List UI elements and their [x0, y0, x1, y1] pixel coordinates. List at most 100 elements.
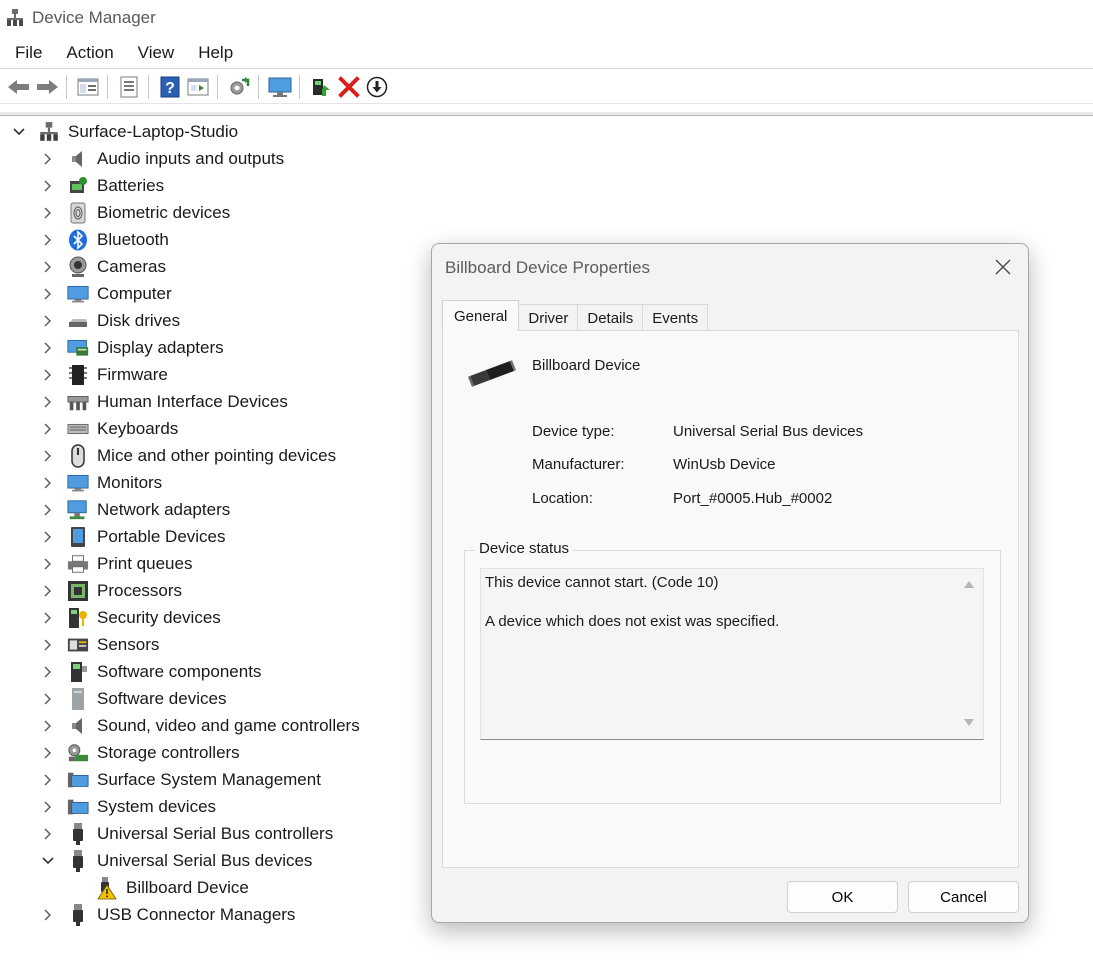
chevron-right-icon[interactable]	[41, 341, 55, 355]
tree-item-label: Software devices	[97, 688, 227, 708]
tree-item-usb-controllers[interactable]: Universal Serial Bus controllers	[41, 820, 333, 847]
tree-item-usb-connector-managers[interactable]: USB Connector Managers	[41, 901, 295, 928]
location-value: Port_#0005.Hub_#0002	[673, 490, 833, 507]
uninstall-x-icon[interactable]	[336, 74, 362, 100]
tree-item-network[interactable]: Network adapters	[41, 496, 230, 523]
toolbar-separator	[107, 74, 108, 99]
tree-item-processors[interactable]: Processors	[41, 577, 182, 604]
tree-item-batteries[interactable]: Batteries	[41, 172, 164, 199]
chevron-right-icon[interactable]	[41, 530, 55, 544]
tree-item-biometric[interactable]: Biometric devices	[41, 199, 230, 226]
toolbar-separator	[148, 74, 149, 99]
chevron-right-icon[interactable]	[41, 233, 55, 247]
tree-item-monitors[interactable]: Monitors	[41, 469, 162, 496]
scroll-down-arrow-icon[interactable]	[964, 719, 974, 727]
tab-details[interactable]: Details	[577, 304, 644, 331]
tab-events[interactable]: Events	[642, 304, 709, 331]
tree-item-sound[interactable]: Sound, video and game controllers	[41, 712, 360, 739]
ok-button[interactable]: OK	[787, 881, 898, 913]
menu-action[interactable]: Action	[54, 43, 125, 63]
computer-monitor-icon[interactable]	[267, 74, 293, 100]
chevron-right-icon[interactable]	[41, 206, 55, 220]
tree-item-sensors[interactable]: Sensors	[41, 631, 159, 658]
chevron-down-icon[interactable]	[12, 125, 26, 139]
usb-plug-icon	[67, 849, 89, 872]
tree-item-firmware[interactable]: Firmware	[41, 361, 168, 388]
tree-item-surface-system[interactable]: Surface System Management	[41, 766, 321, 793]
tree-item-security[interactable]: Security devices	[41, 604, 221, 631]
tree-item-label: System devices	[97, 796, 217, 816]
back-arrow-icon[interactable]	[6, 74, 32, 100]
chevron-right-icon[interactable]	[41, 827, 55, 841]
chevron-right-icon[interactable]	[41, 476, 55, 490]
tree-item-hid[interactable]: Human Interface Devices	[41, 388, 288, 415]
tree-item-software-devices[interactable]: Software devices	[41, 685, 226, 712]
tree-item-label: Software components	[97, 661, 262, 681]
tree-item-software-components[interactable]: Software components	[41, 658, 261, 685]
chevron-right-icon[interactable]	[41, 746, 55, 760]
tree-item-label: Sound, video and game controllers	[97, 715, 360, 735]
tree-item-label: Computer	[97, 283, 172, 303]
chevron-right-icon[interactable]	[41, 287, 55, 301]
tree-item-print-queues[interactable]: Print queues	[41, 550, 192, 577]
toolbar-separator	[66, 74, 67, 99]
hid-icon	[67, 391, 89, 413]
chevron-right-icon[interactable]	[41, 422, 55, 436]
mouse-icon	[67, 443, 89, 468]
menu-file[interactable]: File	[0, 43, 54, 63]
update-driver-icon[interactable]	[308, 74, 334, 100]
device-status-legend: Device status	[475, 540, 574, 557]
chevron-right-icon[interactable]	[41, 692, 55, 706]
tree-item-computer[interactable]: Computer	[41, 280, 172, 307]
scroll-up-arrow-icon[interactable]	[964, 581, 974, 589]
tree-item-portable[interactable]: Portable Devices	[41, 523, 226, 550]
chevron-right-icon[interactable]	[41, 611, 55, 625]
tree-item-storage[interactable]: Storage controllers	[41, 739, 240, 766]
chevron-right-icon[interactable]	[41, 584, 55, 598]
tab-general[interactable]: General	[442, 300, 520, 331]
tree-root[interactable]: Surface-Laptop-Studio	[12, 118, 238, 145]
chevron-right-icon[interactable]	[41, 503, 55, 517]
tree-item-bluetooth[interactable]: Bluetooth	[41, 226, 169, 253]
tree-item-system-devices[interactable]: System devices	[41, 793, 216, 820]
chevron-right-icon[interactable]	[41, 665, 55, 679]
properties-icon[interactable]	[116, 74, 142, 100]
menu-help[interactable]: Help	[186, 43, 245, 63]
show-hide-console-tree-icon[interactable]	[75, 74, 101, 100]
scan-hardware-icon[interactable]	[226, 74, 252, 100]
device-status-textbox[interactable]: This device cannot start. (Code 10) A de…	[480, 568, 984, 740]
chevron-down-icon[interactable]	[41, 854, 55, 868]
tab-driver[interactable]: Driver	[518, 304, 579, 331]
chevron-right-icon[interactable]	[41, 908, 55, 922]
chevron-right-icon[interactable]	[41, 179, 55, 193]
chevron-right-icon[interactable]	[41, 260, 55, 274]
tree-item-label: Monitors	[97, 472, 163, 492]
chevron-right-icon[interactable]	[41, 638, 55, 652]
cancel-button[interactable]: Cancel	[908, 881, 1019, 913]
chevron-right-icon[interactable]	[41, 395, 55, 409]
chevron-right-icon[interactable]	[41, 719, 55, 733]
chevron-right-icon[interactable]	[41, 800, 55, 814]
menu-view[interactable]: View	[126, 43, 187, 63]
close-icon[interactable]	[992, 256, 1014, 278]
chevron-right-icon[interactable]	[41, 368, 55, 382]
disable-device-icon[interactable]	[364, 74, 390, 100]
usb-plug-icon	[67, 822, 89, 845]
chevron-right-icon[interactable]	[41, 773, 55, 787]
tree-item-usb-devices[interactable]: Universal Serial Bus devices	[41, 847, 312, 874]
forward-arrow-icon[interactable]	[34, 74, 60, 100]
tree-item-billboard-device[interactable]: Billboard Device	[96, 874, 249, 901]
help-icon[interactable]: ?	[157, 74, 183, 100]
tree-item-display-adapters[interactable]: Display adapters	[41, 334, 224, 361]
chevron-right-icon[interactable]	[41, 152, 55, 166]
tree-item-disk-drives[interactable]: Disk drives	[41, 307, 180, 334]
tree-item-mice[interactable]: Mice and other pointing devices	[41, 442, 336, 469]
run-icon[interactable]	[185, 74, 211, 100]
tree-item-audio[interactable]: Audio inputs and outputs	[41, 145, 284, 172]
chevron-right-icon[interactable]	[41, 449, 55, 463]
tree-item-cameras[interactable]: Cameras	[41, 253, 166, 280]
chevron-right-icon[interactable]	[41, 557, 55, 571]
tree-item-keyboards[interactable]: Keyboards	[41, 415, 178, 442]
chevron-right-icon[interactable]	[41, 314, 55, 328]
tree-item-label: Print queues	[97, 553, 193, 573]
